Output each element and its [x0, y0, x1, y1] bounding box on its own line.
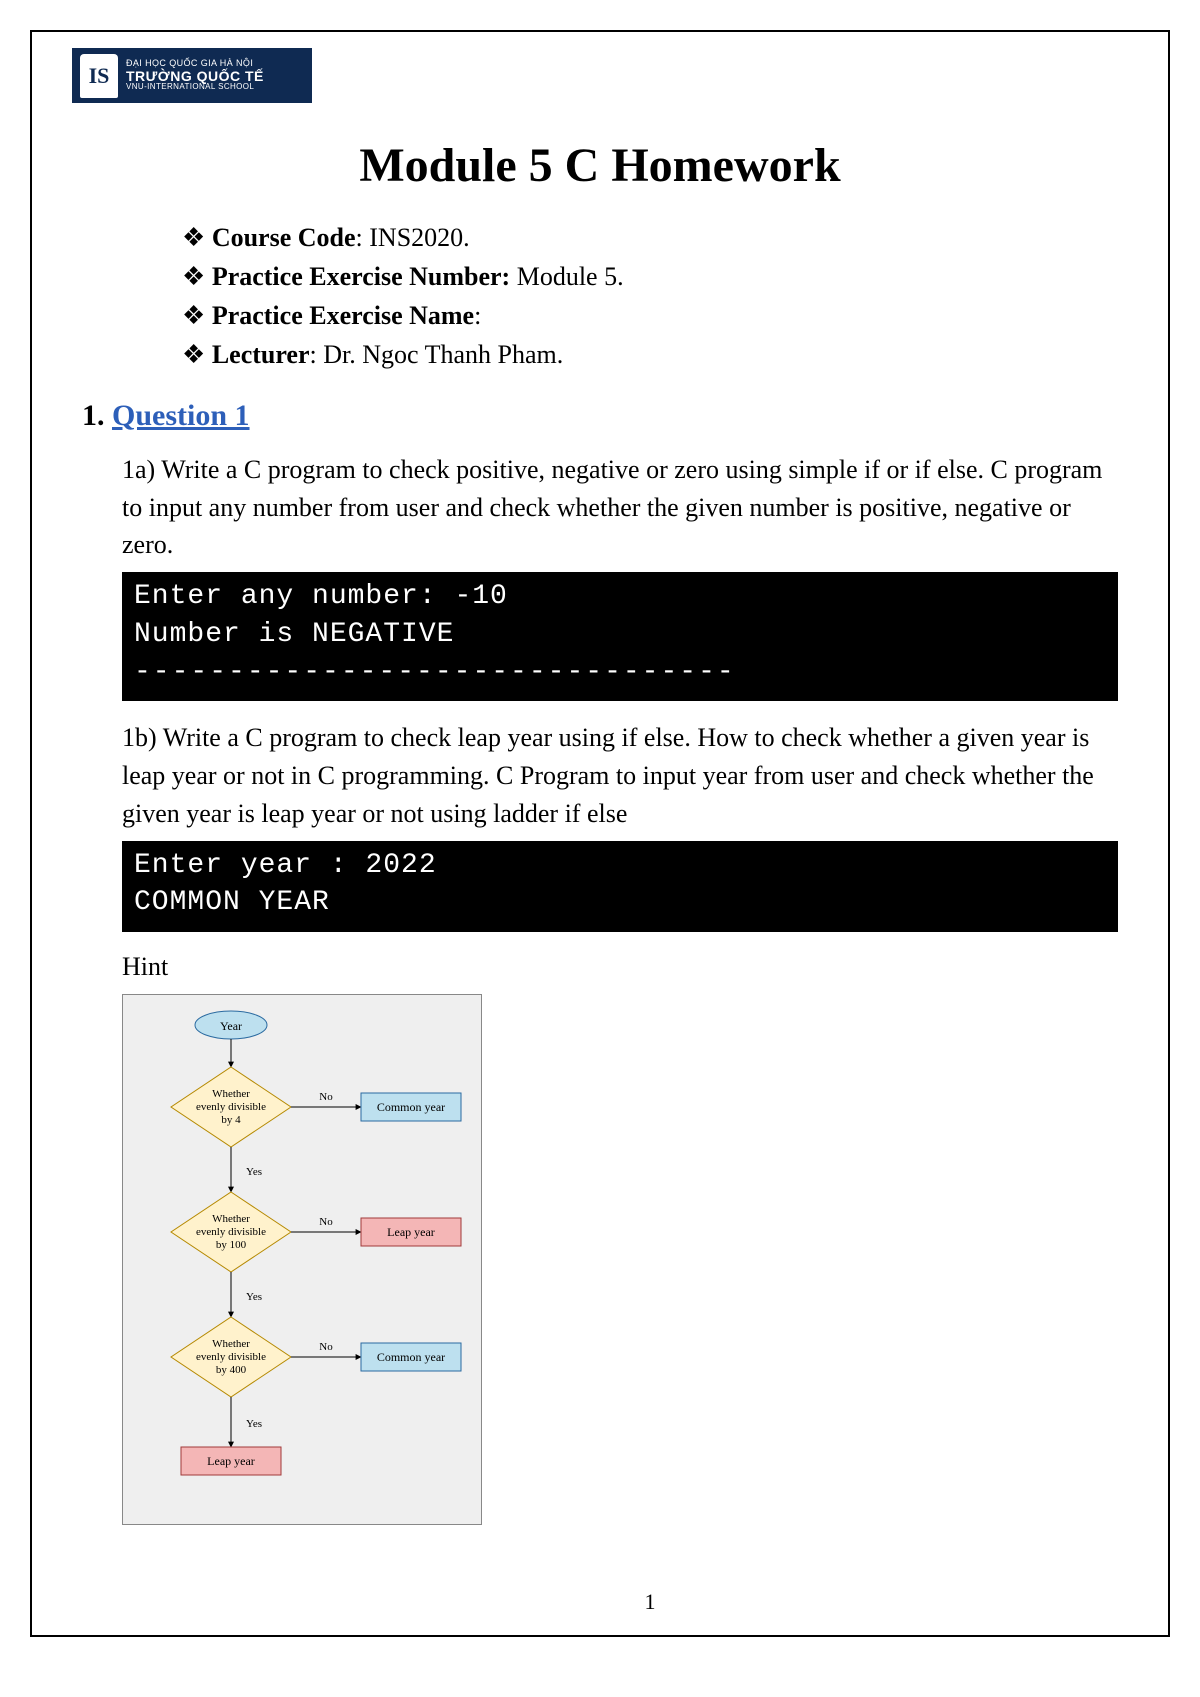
fc-edge-yes-2: Yes — [246, 1291, 262, 1303]
logo-mark: IS — [80, 54, 118, 98]
page-frame: IS ĐẠI HỌC QUỐC GIA HÀ NỘI TRƯỜNG QUỐC T… — [30, 30, 1170, 1637]
fc-common-1: Common year — [377, 1100, 445, 1114]
fc-d100-l2: evenly divisible — [196, 1226, 266, 1238]
fc-d4-l3: by 4 — [221, 1114, 241, 1126]
info-exname-label: Practice Exercise Name — [212, 301, 474, 330]
term2-line1: Enter year : 2022 — [134, 847, 1106, 885]
fc-d100-l1: Whether — [212, 1213, 250, 1225]
section-heading: 1. Question 1 — [82, 399, 1118, 433]
school-logo: IS ĐẠI HỌC QUỐC GIA HÀ NỘI TRƯỜNG QUỐC T… — [72, 48, 312, 103]
logo-line2: TRƯỜNG QUỐC TẾ — [126, 69, 264, 84]
question-1b-text: 1b) Write a C program to check leap year… — [122, 719, 1118, 832]
course-info-list: Course Code: INS2020. Practice Exercise … — [182, 218, 1118, 374]
terminal-output-2: Enter year : 2022 COMMON YEAR — [122, 841, 1118, 933]
fc-edge-no-1: No — [319, 1091, 333, 1103]
info-exnum-value: Module 5. — [510, 262, 623, 291]
fc-edge-yes-1: Yes — [246, 1166, 262, 1178]
page-number: 1 — [82, 1589, 1200, 1615]
info-course-value: : INS2020. — [356, 223, 470, 252]
logo-line3: VNU-INTERNATIONAL SCHOOL — [126, 83, 264, 91]
fc-d400-l1: Whether — [212, 1338, 250, 1350]
fc-common-2: Common year — [377, 1350, 445, 1364]
term1-line2: Number is NEGATIVE — [134, 616, 1106, 654]
fc-edge-no-3: No — [319, 1341, 333, 1353]
info-lecturer: Lecturer: Dr. Ngoc Thanh Pham. — [182, 335, 1118, 374]
info-lecturer-value: : Dr. Ngoc Thanh Pham. — [310, 340, 564, 369]
hint-label: Hint — [122, 952, 1118, 982]
fc-d400-l3: by 400 — [216, 1364, 247, 1376]
info-course: Course Code: INS2020. — [182, 218, 1118, 257]
section-title: Question 1 — [112, 399, 250, 432]
fc-d4-l2: evenly divisible — [196, 1101, 266, 1113]
info-exnum-label: Practice Exercise Number: — [212, 262, 510, 291]
fc-d100-l3: by 100 — [216, 1239, 247, 1251]
info-course-label: Course Code — [212, 223, 356, 252]
term1-line1: Enter any number: -10 — [134, 578, 1106, 616]
info-exnum: Practice Exercise Number: Module 5. — [182, 257, 1118, 296]
term2-line2: COMMON YEAR — [134, 884, 1106, 922]
info-exname: Practice Exercise Name: — [182, 296, 1118, 335]
leap-year-flowchart: Year Whether evenly divisible by 4 No Co… — [122, 994, 482, 1525]
question-1a-text: 1a) Write a C program to check positive,… — [122, 451, 1118, 564]
fc-edge-yes-3: Yes — [246, 1418, 262, 1430]
info-exname-value: : — [474, 301, 481, 330]
page-title: Module 5 C Homework — [82, 138, 1118, 193]
fc-leap-1: Leap year — [387, 1225, 435, 1239]
fc-start-label: Year — [220, 1019, 242, 1033]
logo-text: ĐẠI HỌC QUỐC GIA HÀ NỘI TRƯỜNG QUỐC TẾ V… — [126, 59, 264, 92]
fc-edge-no-2: No — [319, 1216, 333, 1228]
fc-d400-l2: evenly divisible — [196, 1351, 266, 1363]
fc-leap-2: Leap year — [207, 1454, 255, 1468]
section-number: 1. — [82, 399, 112, 432]
fc-d4-l1: Whether — [212, 1088, 250, 1100]
terminal-output-1: Enter any number: -10 Number is NEGATIVE… — [122, 572, 1118, 701]
term1-line3: -------------------------------- — [134, 654, 1106, 692]
info-lecturer-label: Lecturer — [212, 340, 310, 369]
